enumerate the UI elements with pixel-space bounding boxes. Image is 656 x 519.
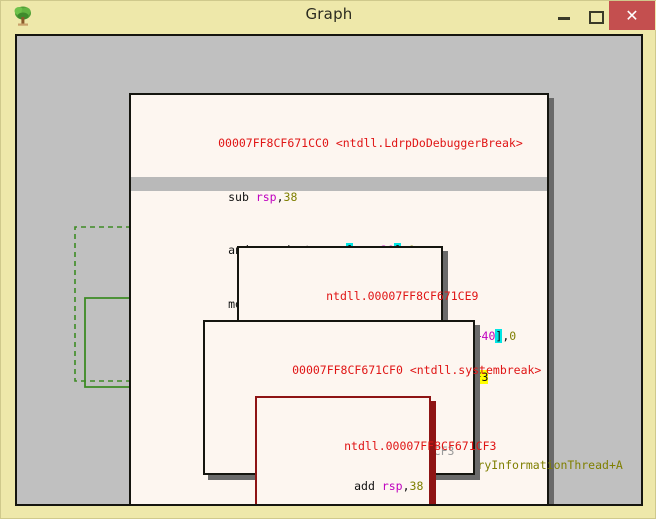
title-bar: Graph ✕	[1, 1, 656, 30]
basic-block-1cf3[interactable]: ntdll.00007FF8CF671CF3 add rsp,38 ret	[255, 396, 496, 504]
block-address: 00007FF8CF671CF0	[292, 363, 403, 378]
block-header: 00007FF8CF671CF0 <ntdll.systembreak>	[205, 351, 541, 377]
operand-register: rsp	[381, 479, 403, 494]
maximize-icon	[589, 11, 604, 24]
mnemonic: sub	[228, 189, 249, 204]
block-header: ntdll.00007FF8CF671CF3	[257, 427, 496, 453]
instruction-row[interactable]: and qword ptr ss:[rsp+20],0	[131, 231, 547, 258]
comma: ,	[276, 189, 284, 204]
app-root: Graph ✕ 00007FF8CF671CC0 <ntdll.LdrpDoDe…	[0, 0, 656, 519]
block-address: ntdll.00007FF8CF671CF3	[344, 439, 497, 454]
close-button[interactable]: ✕	[609, 1, 655, 30]
breakpoint-slot-icon	[218, 301, 226, 309]
minimize-icon	[558, 17, 570, 20]
breakpoint-slot-icon	[344, 483, 352, 491]
block-address: ntdll.00007FF8CF671CE9	[326, 289, 479, 304]
instruction-row[interactable]: add rsp,38	[257, 467, 429, 493]
close-icon: ✕	[625, 6, 639, 25]
breakpoint-slot-icon	[218, 247, 226, 255]
block-symbol: <ntdll.LdrpDoDebuggerBreak>	[335, 136, 523, 151]
block-header: 00007FF8CF671CC0 <ntdll.LdrpDoDebuggerBr…	[131, 124, 547, 150]
breakpoint-slot-icon	[218, 194, 226, 202]
instruction-row[interactable]: sub rsp,38	[131, 177, 547, 204]
graph-viewport: 00007FF8CF671CC0 <ntdll.LdrpDoDebuggerBr…	[17, 36, 641, 504]
operand-immediate: 0	[509, 329, 517, 344]
maximize-button[interactable]	[581, 1, 609, 30]
operand-immediate: 38	[283, 189, 298, 204]
mnemonic: add	[354, 479, 375, 494]
block-address: 00007FF8CF671CC0	[218, 136, 329, 151]
graph-window: Graph ✕ 00007FF8CF671CC0 <ntdll.LdrpDoDe…	[0, 0, 656, 519]
comma: ,	[402, 479, 410, 494]
block-symbol: <ntdll.systembreak>	[409, 363, 542, 378]
block-header: ntdll.00007FF8CF671CE9	[239, 277, 478, 303]
minimize-button[interactable]	[550, 1, 578, 30]
operand-register: rsp	[255, 189, 277, 204]
operand-immediate: 38	[409, 479, 424, 494]
graph-canvas[interactable]: 00007FF8CF671CC0 <ntdll.LdrpDoDebuggerBr…	[15, 34, 643, 506]
